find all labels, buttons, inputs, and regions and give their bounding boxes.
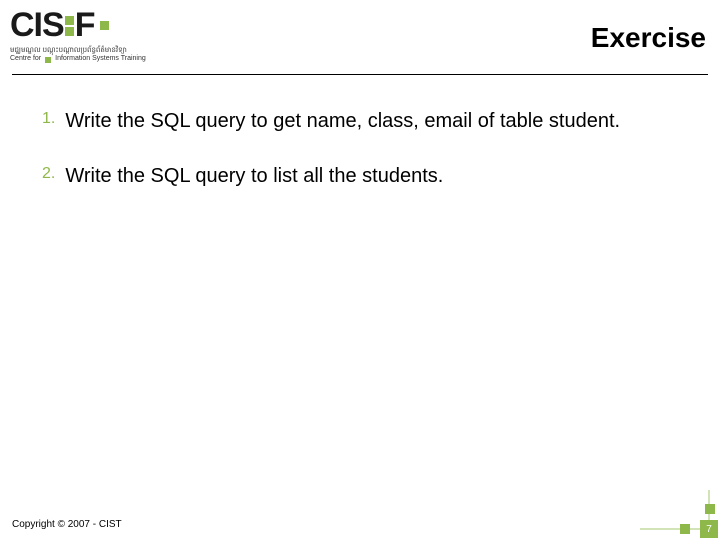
tagline-khmer: មជ្ឈមណ្ឌល បណ្តុះបណ្តាលប្រព័ន្ធព័ត៌មានវិទ… [10,47,210,55]
item-text: Write the SQL query to list all the stud… [65,163,443,190]
logo-tagline: មជ្ឈមណ្ឌល បណ្តុះបណ្តាលប្រព័ន្ធព័ត៌មានវិទ… [10,47,210,64]
corner-decoration: 7 [640,490,718,538]
item-text: Write the SQL query to get name, class, … [65,108,620,135]
slide-content: 1. Write the SQL query to get name, clas… [0,78,720,190]
item-number: 1. [42,108,55,130]
logo-text-right: F [75,6,95,45]
page-number: 7 [700,520,718,538]
tagline-square-icon [45,57,51,63]
deco-square-icon [705,504,715,514]
slide-footer: Copyright © 2007 - CIST [12,519,708,530]
deco-square-icon [680,524,690,534]
copyright-text: Copyright © 2007 - CIST [12,519,122,530]
header-divider [12,74,708,75]
slide-header: CIS F មជ្ឈមណ្ឌល បណ្តុះបណ្តាលប្រព័ន្ធព័ត៌… [0,0,720,78]
logo-square-icon [65,16,74,36]
item-number: 2. [42,163,55,185]
logo-text-left: CIS [10,6,64,45]
tagline-right: Information Systems Training [55,55,146,63]
list-item: 1. Write the SQL query to get name, clas… [42,108,692,135]
logo-area: CIS F មជ្ឈមណ្ឌល បណ្តុះបណ្តាលប្រព័ន្ធព័ត៌… [10,6,210,64]
exercise-list: 1. Write the SQL query to get name, clas… [42,108,692,190]
list-item: 2. Write the SQL query to list all the s… [42,163,692,190]
page-title: Exercise [591,22,706,54]
tagline-left: Centre for [10,55,41,63]
logo-square-icon [100,21,109,30]
cist-logo: CIS F [10,6,210,45]
